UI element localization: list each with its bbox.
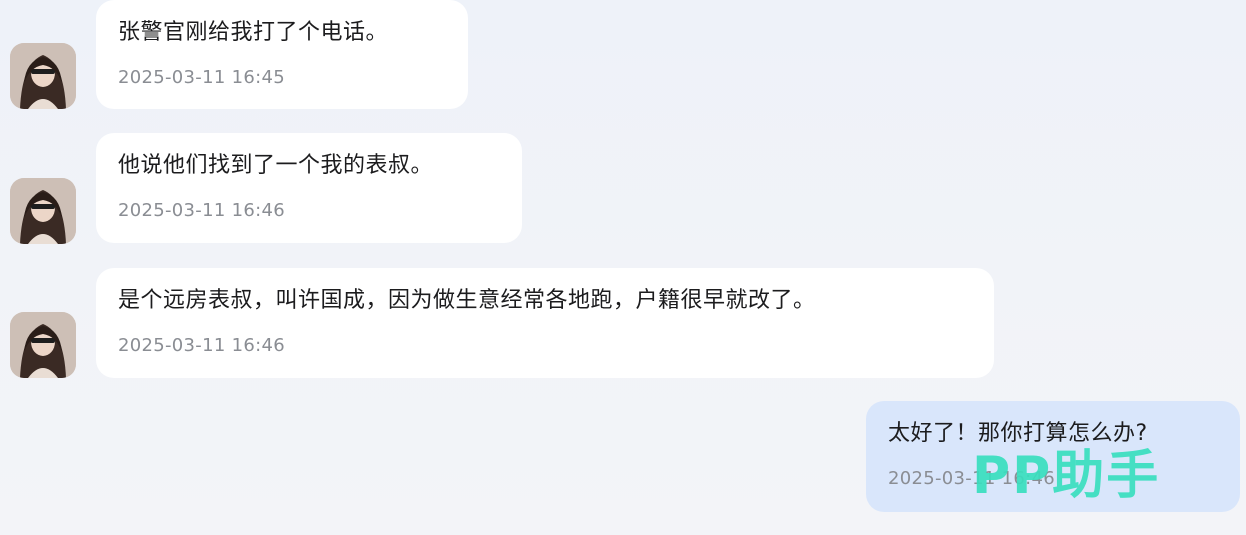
message-text: 太好了！那你打算怎么办? xyxy=(888,421,1148,446)
avatar-portrait-icon xyxy=(10,43,76,109)
message-text: 是个远房表叔，叫许国成，因为做生意经常各地跑，户籍很早就改了。 xyxy=(118,288,816,313)
watermark-logo: PP助手 xyxy=(972,446,1161,506)
avatar-portrait-icon xyxy=(10,178,76,244)
message-bubble[interactable]: 张警官刚给我打了个电话。 2025-03-11 16:45 xyxy=(96,0,468,109)
contact-avatar[interactable] xyxy=(10,178,76,244)
contact-avatar[interactable] xyxy=(10,43,76,109)
message-bubble[interactable]: 是个远房表叔，叫许国成，因为做生意经常各地跑，户籍很早就改了。 2025-03-… xyxy=(96,268,994,378)
message-bubble[interactable]: 他说他们找到了一个我的表叔。 2025-03-11 16:46 xyxy=(96,133,522,243)
contact-avatar[interactable] xyxy=(10,312,76,378)
avatar-portrait-icon xyxy=(10,312,76,378)
message-text: 张警官刚给我打了个电话。 xyxy=(118,20,389,45)
message-text: 他说他们找到了一个我的表叔。 xyxy=(118,153,434,178)
message-timestamp: 2025-03-11 16:45 xyxy=(118,67,286,88)
message-timestamp: 2025-03-11 16:46 xyxy=(118,335,286,356)
message-timestamp: 2025-03-11 16:46 xyxy=(118,200,286,221)
